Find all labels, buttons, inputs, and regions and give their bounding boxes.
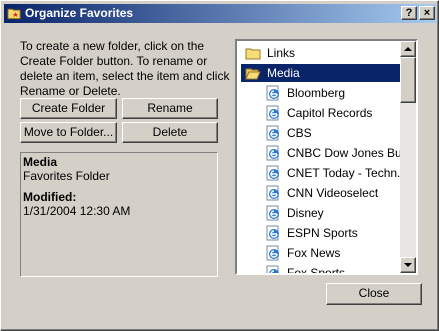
ie-page-icon [265, 265, 281, 273]
folder-icon [245, 45, 261, 61]
organize-favorites-dialog: Organize Favorites ? × To create a new f… [0, 0, 439, 331]
create-folder-button[interactable]: Create Folder [20, 98, 117, 119]
ie-page-icon [265, 205, 281, 221]
tree-item-label: Media [267, 66, 300, 80]
tree-item[interactable]: Media [241, 64, 400, 82]
vertical-scrollbar[interactable] [400, 41, 416, 273]
favorites-folder-icon [7, 8, 21, 20]
info-modified-label: Modified: [23, 190, 77, 204]
window-close-button[interactable]: × [419, 6, 435, 20]
info-item-name: Media [23, 155, 58, 169]
move-to-folder-button[interactable]: Move to Folder... [20, 122, 117, 143]
ie-page-icon [265, 225, 281, 241]
open-folder-icon [245, 65, 261, 81]
instructions-text: To create a new folder, click on the Cre… [20, 39, 230, 98]
delete-button[interactable]: Delete [122, 122, 218, 143]
ie-page-icon [265, 125, 281, 141]
arrow-down-icon [404, 263, 412, 267]
scroll-down-button[interactable] [400, 257, 416, 273]
arrow-up-icon [404, 47, 412, 51]
ie-page-icon [265, 185, 281, 201]
favorites-tree[interactable]: Links Media Bloomberg Capitol Records CBS CNB… [235, 39, 418, 275]
help-button[interactable]: ? [401, 6, 417, 20]
info-item-type: Favorites Folder [23, 169, 110, 183]
item-info-panel: Media Favorites Folder Modified: 1/31/20… [20, 152, 218, 277]
close-button[interactable]: Close [326, 283, 422, 305]
scroll-thumb[interactable] [400, 57, 416, 103]
tree-item-label: Capitol Records [287, 106, 373, 120]
tree-item-label: CNBC Dow Jones Bus... [287, 146, 418, 160]
scroll-up-button[interactable] [400, 41, 416, 57]
title-bar[interactable]: Organize Favorites ? × [4, 4, 436, 23]
rename-button[interactable]: Rename [122, 98, 218, 119]
window-title: Organize Favorites [25, 6, 134, 20]
tree-item-label: Fox Sports [287, 266, 346, 275]
tree-item-label: CNET Today - Techn... [287, 166, 408, 180]
ie-page-icon [265, 145, 281, 161]
tree-item-label: Bloomberg [287, 86, 346, 100]
info-modified-value: 1/31/2004 12:30 AM [23, 204, 131, 218]
ie-page-icon [265, 165, 281, 181]
tree-item-label: CBS [287, 126, 312, 140]
tree-item-label: Links [267, 46, 296, 60]
ie-page-icon [265, 105, 281, 121]
ie-page-icon [265, 245, 281, 261]
tree-item-label: Fox News [287, 246, 341, 260]
tree-item-label: ESPN Sports [287, 226, 358, 240]
ie-page-icon [265, 85, 281, 101]
tree-item-label: CNN Videoselect [287, 186, 379, 200]
tree-item-label: Disney [287, 206, 324, 220]
